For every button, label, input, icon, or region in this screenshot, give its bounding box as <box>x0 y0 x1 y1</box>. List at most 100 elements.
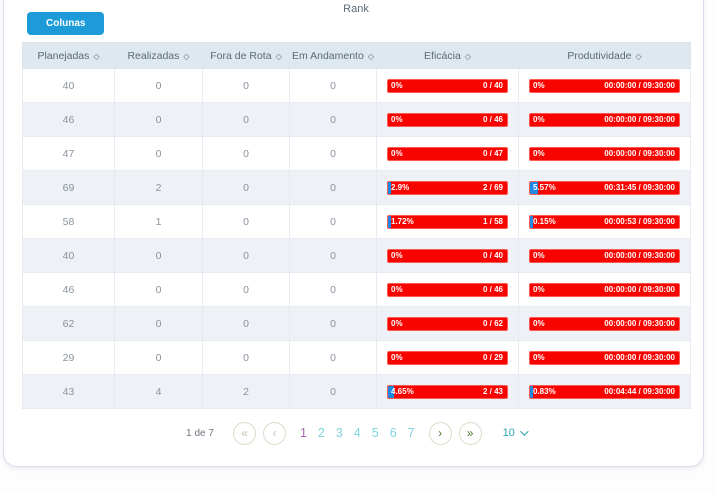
page-button-4[interactable]: 4 <box>353 426 362 440</box>
page-button-6[interactable]: 6 <box>389 426 398 440</box>
cell-realizadas: 0 <box>114 272 203 307</box>
page-button-3[interactable]: 3 <box>335 426 344 440</box>
cell-fora_de_rota: 0 <box>202 306 290 341</box>
rank-table: Planejadas ◇ Realizadas ◇ Fora de Rota ◇ Em An… <box>22 42 691 409</box>
cell-produtividade: 0% 00:00:00 / 09:30:00 <box>518 272 691 307</box>
table-row: 47 0 0 0 0% 0 / 47 0% 00:00:00 / 09:30:00 <box>22 136 691 171</box>
column-header-fora-de-rota[interactable]: Fora de Rota ◇ <box>202 42 290 69</box>
produtividade-progress-bar: 0% 00:00:00 / 09:30:00 <box>529 78 680 93</box>
produtividade-percent-label: 0% <box>533 80 545 90</box>
table-row: 40 0 0 0 0% 0 / 40 0% 00:00:00 / 09:30:00 <box>22 238 691 273</box>
produtividade-progress-bar: 0.15% 00:00:53 / 09:30:00 <box>529 214 680 229</box>
column-header-label: Eficácia <box>424 49 461 62</box>
produtividade-value-label: 00:04:44 / 09:30:00 <box>604 386 675 396</box>
column-header-label: Fora de Rota <box>210 49 272 62</box>
cell-realizadas: 0 <box>114 68 203 103</box>
eficacia-value-label: 2 / 69 <box>482 182 503 192</box>
page-button-1[interactable]: 1 <box>299 426 308 440</box>
cell-produtividade: 0% 00:00:00 / 09:30:00 <box>518 136 691 171</box>
cell-produtividade: 0% 00:00:00 / 09:30:00 <box>518 238 691 273</box>
column-header-realizadas[interactable]: Realizadas ◇ <box>114 42 203 69</box>
cell-realizadas: 0 <box>114 102 203 137</box>
produtividade-progress-bar: 0% 00:00:00 / 09:30:00 <box>529 316 680 331</box>
cell-eficacia: 0% 0 / 62 <box>376 306 519 341</box>
page-button-2[interactable]: 2 <box>317 426 326 440</box>
eficacia-value-label: 0 / 46 <box>482 284 503 294</box>
eficacia-progress-bar: 2.9% 2 / 69 <box>387 180 508 195</box>
eficacia-value-label: 0 / 46 <box>482 114 503 124</box>
eficacia-value-label: 0 / 40 <box>482 80 503 90</box>
eficacia-percent-label: 0% <box>391 352 403 362</box>
produtividade-progress-bar: 0.83% 00:04:44 / 09:30:00 <box>529 384 680 399</box>
cell-realizadas: 2 <box>114 170 203 205</box>
cell-em_andamento: 0 <box>289 136 377 171</box>
produtividade-value-label: 00:00:53 / 09:30:00 <box>604 216 675 226</box>
table-row: 46 0 0 0 0% 0 / 46 0% 00:00:00 / 09:30:00 <box>22 102 691 137</box>
eficacia-progress-bar: 0% 0 / 46 <box>387 112 508 127</box>
column-header-planejadas[interactable]: Planejadas ◇ <box>22 42 115 69</box>
eficacia-progress-bar: 4.65% 2 / 43 <box>387 384 508 399</box>
page-button-7[interactable]: 7 <box>407 426 416 440</box>
cell-eficacia: 2.9% 2 / 69 <box>376 170 519 205</box>
cell-planejadas: 58 <box>22 204 115 239</box>
eficacia-value-label: 0 / 62 <box>482 318 503 328</box>
produtividade-progress-bar: 0% 00:00:00 / 09:30:00 <box>529 248 680 263</box>
produtividade-progress-bar: 0% 00:00:00 / 09:30:00 <box>529 112 680 127</box>
cell-em_andamento: 0 <box>289 170 377 205</box>
cell-planejadas: 46 <box>22 272 115 307</box>
sort-icon: ◇ <box>93 51 100 61</box>
cell-eficacia: 0% 0 / 29 <box>376 340 519 375</box>
colunas-button[interactable]: Colunas <box>27 12 105 35</box>
produtividade-progress-bar: 0% 00:00:00 / 09:30:00 <box>529 282 680 297</box>
cell-fora_de_rota: 0 <box>202 272 290 307</box>
cell-em_andamento: 0 <box>289 238 377 273</box>
produtividade-progress-bar: 5.57% 00:31:45 / 09:30:00 <box>529 180 680 195</box>
column-header-produtividade[interactable]: Produtividade ◇ <box>518 42 691 69</box>
cell-em_andamento: 0 <box>289 374 377 409</box>
first-page-button[interactable]: « <box>232 421 256 445</box>
cell-realizadas: 0 <box>114 340 203 375</box>
cell-fora_de_rota: 0 <box>202 68 290 103</box>
cell-fora_de_rota: 0 <box>202 102 290 137</box>
produtividade-percent-label: 5.57% <box>533 182 556 192</box>
produtividade-value-label: 00:00:00 / 09:30:00 <box>604 148 675 158</box>
cell-realizadas: 0 <box>114 238 203 273</box>
cell-produtividade: 0.83% 00:04:44 / 09:30:00 <box>518 374 691 409</box>
cell-eficacia: 0% 0 / 40 <box>376 238 519 273</box>
cell-produtividade: 0% 00:00:00 / 09:30:00 <box>518 340 691 375</box>
cell-planejadas: 29 <box>22 340 115 375</box>
eficacia-progress-bar: 0% 0 / 40 <box>387 248 508 263</box>
eficacia-percent-label: 0% <box>391 250 403 260</box>
cell-realizadas: 0 <box>114 136 203 171</box>
produtividade-percent-label: 0.83% <box>533 386 556 396</box>
cell-produtividade: 0% 00:00:00 / 09:30:00 <box>518 102 691 137</box>
table-row: 58 1 0 0 1.72% 1 / 58 0.15% 00:00:53 / 09:30:00 <box>22 204 691 239</box>
eficacia-percent-label: 0% <box>391 318 403 328</box>
cell-realizadas: 4 <box>114 374 203 409</box>
cell-fora_de_rota: 0 <box>202 170 290 205</box>
page-button-5[interactable]: 5 <box>371 426 380 440</box>
eficacia-value-label: 0 / 29 <box>482 352 503 362</box>
cell-planejadas: 40 <box>22 68 115 103</box>
produtividade-percent-label: 0% <box>533 148 545 158</box>
cell-eficacia: 1.72% 1 / 58 <box>376 204 519 239</box>
next-page-button[interactable]: › <box>428 421 452 445</box>
column-header-eficácia[interactable]: Eficácia ◇ <box>376 42 519 69</box>
table-row: 62 0 0 0 0% 0 / 62 0% 00:00:00 / 09:30:00 <box>22 306 691 341</box>
last-page-button[interactable]: » <box>458 421 482 445</box>
sort-icon: ◇ <box>635 51 642 61</box>
chevron-down-icon <box>520 427 529 436</box>
produtividade-percent-label: 0% <box>533 114 545 124</box>
cell-fora_de_rota: 0 <box>202 340 290 375</box>
eficacia-value-label: 2 / 43 <box>482 386 503 396</box>
column-header-label: Em Andamento <box>292 49 364 62</box>
prev-page-button[interactable]: ‹ <box>262 421 286 445</box>
cell-realizadas: 1 <box>114 204 203 239</box>
cell-eficacia: 0% 0 / 46 <box>376 102 519 137</box>
page-size-select[interactable]: 10 <box>503 427 529 439</box>
cell-produtividade: 0.15% 00:00:53 / 09:30:00 <box>518 204 691 239</box>
cell-planejadas: 47 <box>22 136 115 171</box>
cell-produtividade: 0% 00:00:00 / 09:30:00 <box>518 68 691 103</box>
column-header-em-andamento[interactable]: Em Andamento ◇ <box>289 42 377 69</box>
rank-table-wrapper: Planejadas ◇ Realizadas ◇ Fora de Rota ◇ Em An… <box>22 42 691 409</box>
